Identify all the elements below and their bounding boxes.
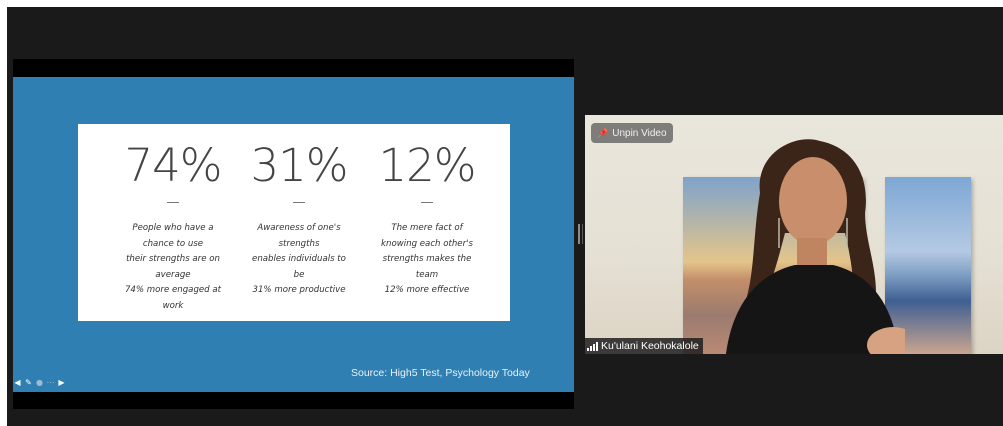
prev-arrow-icon[interactable]: ◀ (13, 378, 22, 387)
participant-name: Ku'ulani Keohokalole (601, 340, 699, 352)
unpin-video-label: Unpin Video (612, 127, 667, 139)
pen-icon[interactable]: ✎ (24, 378, 33, 387)
stat-description: The mere fact of knowing each other's st… (381, 223, 473, 295)
screen-share-panel: 74% People who have a chance to use thei… (13, 59, 574, 409)
stats-card: 74% People who have a chance to use thei… (78, 124, 510, 321)
stat-value: 12% (378, 139, 476, 192)
meeting-window: 74% People who have a chance to use thei… (7, 7, 1003, 426)
panel-resize-handle[interactable] (578, 224, 583, 244)
stat-value: 31% (250, 139, 348, 192)
stat-description: Awareness of one's strengths enables ind… (252, 223, 346, 295)
stat-divider (421, 202, 433, 203)
next-arrow-icon[interactable]: ▶ (57, 378, 66, 387)
unpin-video-button[interactable]: 📌 Unpin Video (591, 123, 673, 143)
presentation-slide: 74% People who have a chance to use thei… (13, 77, 574, 392)
slide-source-text: Source: High5 Test, Psychology Today (351, 367, 530, 379)
stat-divider (293, 202, 305, 203)
stat-description: People who have a chance to use their st… (124, 223, 222, 311)
slide-controls: ◀ ✎ ● ⋯ ▶ (13, 376, 66, 388)
participant-figure (726, 139, 905, 354)
video-tile: 📌 Unpin Video Ku'ulani Keohokalole (585, 115, 1003, 354)
menu-icon[interactable]: ⋯ (46, 378, 55, 387)
participant-name-tag: Ku'ulani Keohokalole (585, 338, 703, 354)
signal-strength-icon (587, 341, 598, 351)
stat-value: 74% (124, 139, 222, 192)
circle-icon[interactable]: ● (35, 378, 44, 387)
pin-icon: 📌 (597, 127, 609, 138)
stat-divider (167, 202, 179, 203)
